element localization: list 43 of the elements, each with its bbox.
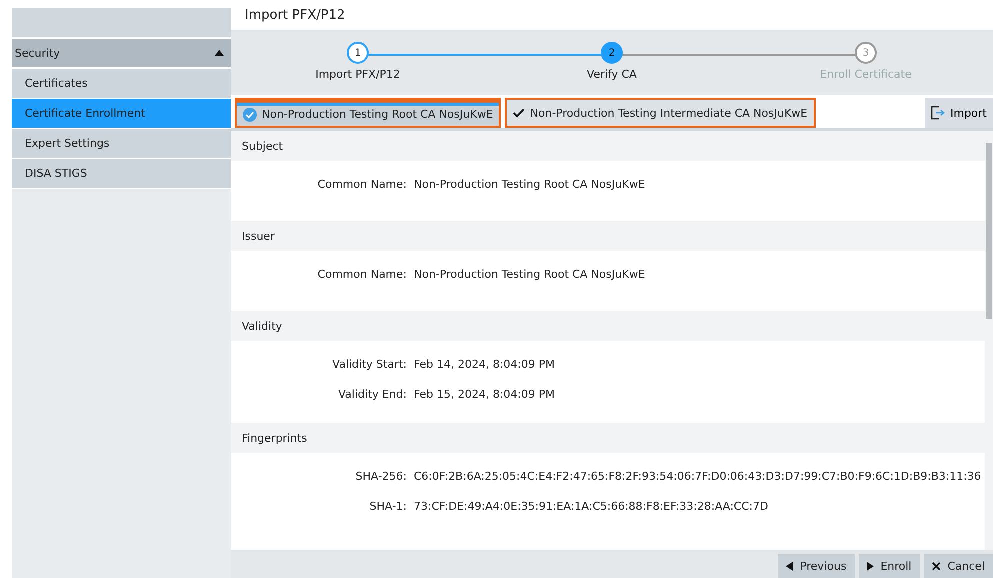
- sidebar-item[interactable]: Expert Settings: [12, 129, 231, 159]
- footer-button[interactable]: Enroll: [858, 554, 920, 578]
- field-value: Non-Production Testing Root CA NosJuKwE: [414, 178, 646, 190]
- field-label: SHA-1:: [368, 500, 408, 512]
- field-value: 73:CF:DE:49:A4:0E:35:91:EA:1A:C5:66:88:F8:EF:33:28:AA:CC:7D: [414, 500, 768, 512]
- field-value: Feb 15, 2024, 8:04:09 PM: [414, 388, 555, 400]
- step-circle: 3: [855, 42, 877, 64]
- field-value: Non-Production Testing Root CA NosJuKwE: [414, 268, 646, 280]
- page-title: Import PFX/P12: [244, 6, 346, 24]
- field-label: SHA-256:: [354, 470, 408, 482]
- field-value: C6:0F:2B:6A:25:05:4C:E4:F2:47:65:F8:2F:93:54:06:7F:D0:06:43:D3:D7:99:C7:B0:F9:6C:1D:B9:B3:11:36: [414, 470, 982, 482]
- scrollbar-thumb[interactable]: [986, 143, 992, 319]
- step-circle: 2: [601, 42, 623, 64]
- field-value: Feb 14, 2024, 8:04:09 PM: [414, 358, 555, 370]
- certificate-tab[interactable]: Non-Production Testing Intermediate CA NosJuKwE: [505, 98, 816, 128]
- check-circle-icon: [243, 108, 257, 122]
- section-title: Issuer: [242, 230, 275, 242]
- step-label: Import PFX/P12: [316, 68, 400, 81]
- step-label: Verify CA: [587, 68, 637, 81]
- sidebar-item[interactable]: DISA STIGS: [12, 159, 231, 189]
- import-icon: [931, 106, 946, 120]
- check-icon: [513, 108, 526, 118]
- collapse-icon: [215, 50, 224, 56]
- field-label: Common Name:: [316, 268, 408, 280]
- sidebar-group[interactable]: Security: [12, 39, 231, 69]
- sidebar-item[interactable]: Certificates: [12, 69, 231, 99]
- close-icon: [932, 562, 941, 570]
- step-circle: 1: [347, 42, 369, 64]
- sidebar-item[interactable]: Certificate Enrollment: [12, 99, 231, 129]
- footer-button[interactable]: Cancel: [924, 554, 993, 578]
- left-triangle-icon: [786, 562, 794, 570]
- right-triangle-icon: [866, 562, 874, 570]
- scrollbar[interactable]: [985, 131, 993, 550]
- section-title: Fingerprints: [242, 432, 308, 444]
- field-label: Common Name:: [316, 178, 408, 190]
- section-title: Subject: [242, 140, 284, 152]
- footer-button[interactable]: Previous: [778, 554, 855, 578]
- import-button[interactable]: Import: [925, 98, 993, 128]
- field-label: Validity Start:: [332, 358, 408, 370]
- section-title: Validity: [242, 320, 282, 332]
- step-label: Enroll Certificate: [820, 68, 912, 81]
- field-label: Validity End:: [338, 388, 408, 400]
- certificate-tab[interactable]: Non-Production Testing Root CA NosJuKwE: [235, 98, 502, 128]
